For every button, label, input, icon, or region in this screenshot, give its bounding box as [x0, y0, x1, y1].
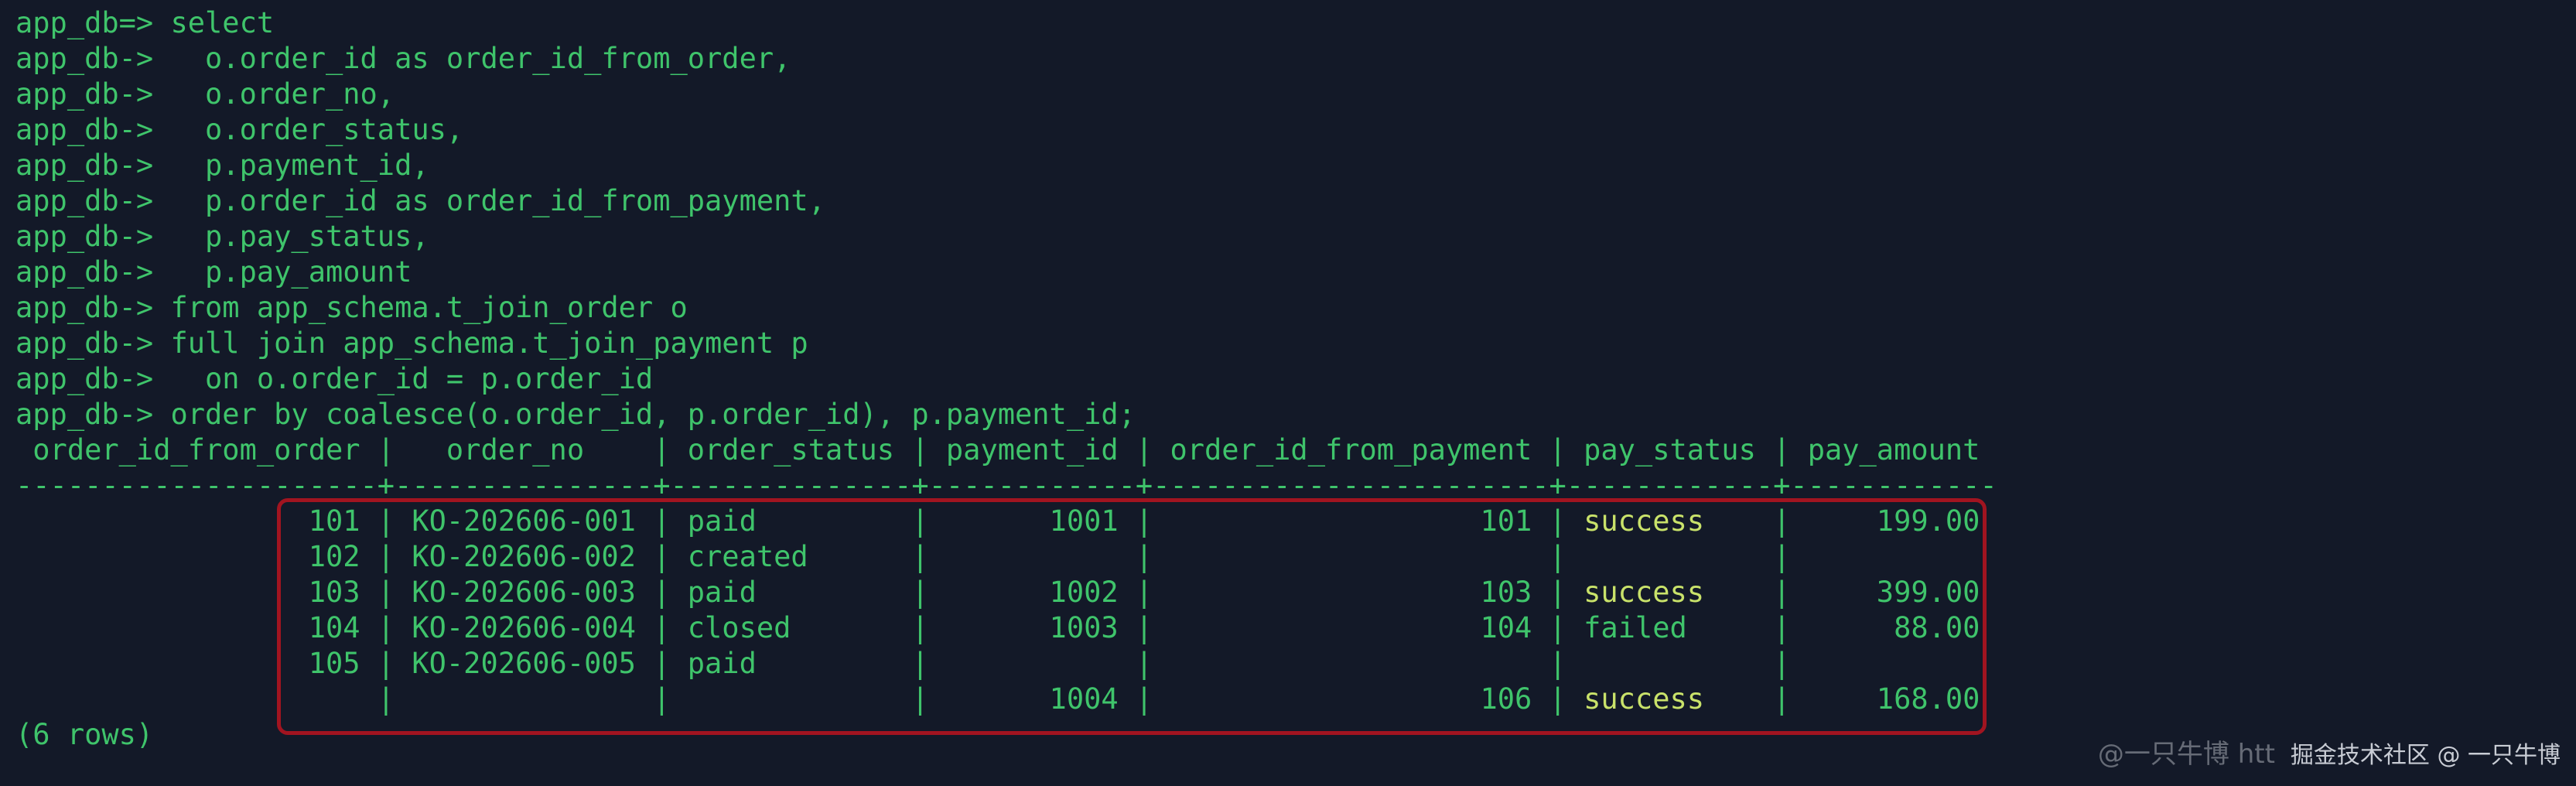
sql-prompt-line: app_db-> p.pay_amount — [15, 255, 412, 289]
sql-prompt-line: app_db-> o.order_status, — [15, 113, 464, 146]
sql-prompt-line: app_db-> p.payment_id, — [15, 149, 429, 182]
watermark-text: 掘金技术社区 @ 一只牛博 — [2290, 742, 2561, 769]
sql-prompt-line: app_db-> o.order_no, — [15, 77, 395, 111]
sql-prompt-line: app_db-> p.order_id as order_id_from_pay… — [15, 184, 825, 217]
sql-prompt-line: app_db-> o.order_id as order_id_from_ord… — [15, 42, 791, 75]
watermark: @一只牛博 htt 掘金技术社区 @ 一只牛博 — [2098, 733, 2561, 771]
sql-prompt-line: app_db-> p.pay_status, — [15, 220, 429, 253]
sql-prompt-line: app_db-> on o.order_id = p.order_id — [15, 362, 654, 395]
sql-prompt-line: app_db-> from app_schema.t_join_order o — [15, 291, 688, 324]
sql-prompt-line: app_db-> order by coalesce(o.order_id, p… — [15, 398, 1136, 431]
watermark-faded-text: @一只牛博 htt — [2097, 739, 2275, 770]
result-highlight-box — [277, 498, 1987, 735]
sql-prompt-line: app_db-> full join app_schema.t_join_pay… — [15, 326, 808, 360]
sql-prompt-line: app_db=> select — [15, 6, 275, 39]
result-header: order_id_from_order | order_no | order_s… — [15, 433, 1980, 466]
